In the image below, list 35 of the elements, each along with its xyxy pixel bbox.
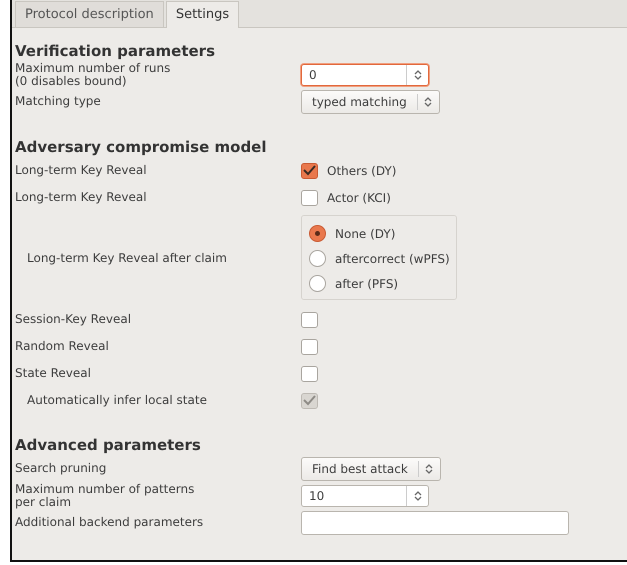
checkbox[interactable]: [301, 312, 318, 328]
tab[interactable]: Settings: [166, 0, 240, 28]
checkbox[interactable]: [301, 162, 318, 178]
radio-button[interactable]: [309, 225, 326, 242]
section-heading: Adversary compromise model: [15, 138, 268, 157]
checkbox[interactable]: [301, 338, 318, 354]
radio-button[interactable]: [309, 275, 326, 292]
field-label: Session-Key Reveal: [15, 312, 132, 326]
radio-label: after (PFS): [335, 276, 398, 292]
field-label: Matching type: [15, 95, 102, 109]
field-label: Long-term Key Reveal: [15, 190, 148, 204]
spin-box[interactable]: 10: [301, 485, 429, 507]
field-label: Random Reveal: [15, 340, 110, 354]
section-heading: Advanced parameters: [15, 436, 202, 456]
radio-label: None (DY): [335, 226, 396, 242]
field-label: Maximum number of patterns per claim: [15, 482, 196, 510]
spin-box[interactable]: 0: [301, 64, 429, 86]
input-field[interactable]: [301, 511, 569, 535]
checkbox[interactable]: [301, 190, 318, 206]
field-label: Automatically infer local state: [26, 394, 208, 408]
checkbox-label: Others (DY): [327, 162, 396, 180]
field-label: Additional backend parameters: [15, 516, 204, 530]
tab[interactable]: Protocol description: [15, 0, 164, 27]
radio-button[interactable]: [309, 250, 326, 267]
radio-label: aftercorrect (wPFS): [335, 250, 450, 268]
section-heading: Verification parameters: [15, 42, 216, 62]
field-label: State Reveal: [15, 366, 92, 380]
field-label: Long-term Key Reveal after claim: [26, 252, 228, 266]
checkbox-label: Actor (KCI): [327, 190, 391, 206]
dropdown[interactable]: typed matching: [301, 90, 440, 114]
field-label: Search pruning: [15, 462, 108, 476]
dropdown[interactable]: Find best attack: [301, 457, 441, 481]
checkbox[interactable]: [301, 366, 318, 382]
field-label: Maximum number of runs (0 disables bound): [15, 62, 172, 88]
field-label: Long-term Key Reveal: [15, 164, 148, 178]
